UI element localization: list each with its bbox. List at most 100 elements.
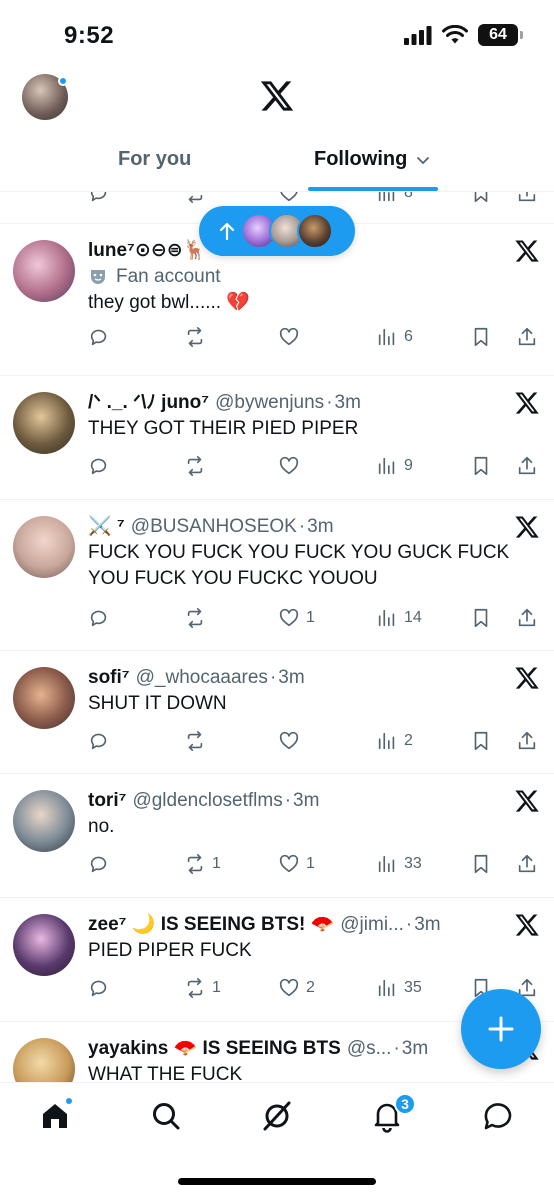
tweet-actions: 6 [88,322,540,352]
tweet[interactable]: sofi⁷ @_whocaaares · 3m SHUT IT DOWN 2 [0,651,554,774]
share-button[interactable] [516,603,538,633]
views-button[interactable]: 2 [376,726,413,756]
bookmark-button[interactable] [470,322,492,352]
views-button[interactable]: 33 [376,849,422,879]
tweet-separator: · [393,1038,400,1059]
plus-icon [488,1016,514,1042]
bookmark-icon [474,854,488,874]
chevron-down-icon[interactable] [415,152,431,168]
like-button[interactable]: 1 [278,849,315,879]
like-button[interactable] [278,726,300,756]
views-icon [378,328,395,346]
share-button[interactable] [516,192,538,208]
like-button[interactable]: 1 [278,603,315,633]
tab-search[interactable] [149,1099,183,1133]
reply-button[interactable] [88,192,110,208]
tweet-avatar[interactable] [13,516,75,578]
search-icon [153,1103,180,1130]
repost-button[interactable] [184,603,206,633]
repost-button[interactable] [184,726,206,756]
tab-messages[interactable] [481,1099,515,1133]
tweet-avatar[interactable] [13,790,75,852]
tweet-avatar[interactable] [13,1038,75,1082]
like-button[interactable] [278,322,300,352]
tweet-author-handle[interactable]: @s... [347,1036,392,1062]
timeline-tabs: For you Following [0,132,554,192]
views-button[interactable]: 14 [376,603,422,633]
tab-following[interactable]: Following [314,148,431,171]
tweet-author-handle[interactable]: @bywenjuns [215,390,324,416]
tweet-author-handle[interactable]: @BUSANHOSEOK [131,514,297,540]
tweet-author-name[interactable]: sofi⁷ [88,665,130,691]
tweet-author-name[interactable]: /ᐠ ._. ᐟ\ﾉ juno⁷ [88,390,209,416]
reply-button[interactable] [88,451,110,481]
timeline-feed[interactable]: 8 lune⁷⊙⊖⊜🦌 · 3m Fan account they got bw… [0,192,554,1082]
tweet-time: 3m [401,1038,429,1059]
reply-icon [90,856,107,873]
tab-for-you[interactable]: For you [118,148,191,171]
heart-icon [279,854,299,873]
like-button[interactable] [278,451,300,481]
reply-button[interactable] [88,973,110,1003]
repost-button[interactable] [184,451,206,481]
home-indicator [178,1178,376,1185]
views-button[interactable]: 9 [376,451,413,481]
fan-account-label: Fan account [88,264,540,290]
tweet-author-name[interactable]: yayakins 🪭 IS SEEING BTS [88,1036,341,1062]
reply-icon [90,610,107,627]
tweet-avatar[interactable] [13,914,75,976]
bookmark-button[interactable] [470,603,492,633]
share-button[interactable] [516,849,538,879]
repost-button[interactable]: 1 [184,849,221,879]
x-logo-icon[interactable] [259,78,295,114]
views-count: 33 [404,855,422,872]
bookmark-button[interactable] [470,192,492,208]
tweet-actions: 2 [88,726,540,756]
tweet-time: 3m [293,790,320,811]
repost-button[interactable] [184,322,206,352]
tweet-avatar[interactable] [13,667,75,729]
tweet-author-name[interactable]: tori⁷ [88,788,126,814]
views-button[interactable]: 8 [376,192,413,208]
reply-button[interactable] [88,322,110,352]
tweet-author-handle[interactable]: @_whocaaares [136,665,268,691]
tweet-text: WHAT THE FUCK [88,1064,243,1082]
reply-button[interactable] [88,603,110,633]
share-button[interactable] [516,726,538,756]
reply-icon [90,192,107,202]
tab-following-label: Following [314,148,408,170]
tab-grok[interactable] [260,1099,294,1133]
share-icon [518,608,536,627]
tweet-avatar[interactable] [13,392,75,454]
reply-button[interactable] [88,726,110,756]
share-button[interactable] [516,451,538,481]
tweet-author-name[interactable]: zee⁷ 🌙 IS SEEING BTS! 🪭 [88,912,334,938]
new-posts-pill[interactable] [199,206,355,256]
tweet-author-name[interactable]: lune⁷⊙⊖⊜🦌 [88,238,206,264]
tweet[interactable]: /ᐠ ._. ᐟ\ﾉ juno⁷ @bywenjuns · 3m THEY GO… [0,376,554,500]
heart-icon [280,192,298,202]
bookmark-button[interactable] [470,451,492,481]
bookmark-button[interactable] [470,849,492,879]
heart-icon [279,456,299,475]
compose-button[interactable] [461,989,541,1069]
tweet-avatar[interactable] [13,240,75,302]
tweet-author-handle[interactable]: @gldenclosetflms [132,788,282,814]
reply-button[interactable] [88,849,110,879]
repost-button[interactable] [184,192,206,208]
reply-icon [90,458,107,475]
views-icon [378,732,395,750]
repost-button[interactable]: 1 [184,973,221,1003]
tweet-author-handle[interactable]: @jimi... [340,912,404,938]
tweet-separator: · [269,667,277,688]
share-icon [518,731,536,750]
bookmark-button[interactable] [470,726,492,756]
views-button[interactable]: 6 [376,322,413,352]
views-count: 8 [404,192,413,201]
tweet[interactable]: tori⁷ @gldenclosetflms · 3m no. 1 1 33 [0,774,554,898]
share-button[interactable] [516,322,538,352]
tweet[interactable]: ⚔️ ⁷ @BUSANHOSEOK · 3m FUCK YOU FUCK YOU… [0,500,554,651]
tweet-author-name[interactable]: ⚔️ ⁷ [88,514,125,540]
views-button[interactable]: 35 [376,973,422,1003]
like-button[interactable]: 2 [278,973,315,1003]
